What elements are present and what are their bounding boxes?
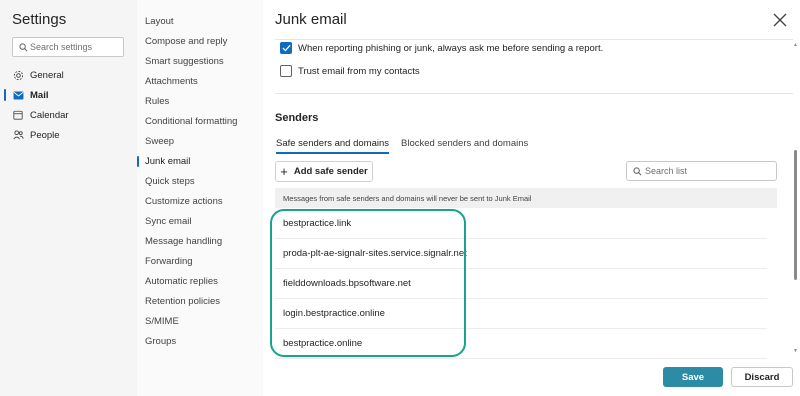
subnav-automatic-replies[interactable]: Automatic replies bbox=[145, 276, 218, 287]
scrollbar-thumb[interactable] bbox=[794, 150, 797, 280]
ask-before-report-checkbox[interactable] bbox=[280, 42, 292, 54]
subnav-groups[interactable]: Groups bbox=[145, 336, 176, 347]
settings-title: Settings bbox=[12, 11, 67, 28]
add-safe-sender-button[interactable]: + Add safe sender bbox=[275, 161, 373, 182]
search-icon bbox=[19, 43, 28, 52]
junk-email-panel: Junk email When reporting phishing or ju… bbox=[263, 0, 800, 396]
gear-icon bbox=[12, 69, 24, 81]
category-people[interactable]: People bbox=[12, 127, 132, 143]
mail-settings-subnav: Layout Compose and reply Smart suggestio… bbox=[136, 0, 263, 396]
subnav-rules[interactable]: Rules bbox=[145, 96, 169, 107]
page-title: Junk email bbox=[275, 11, 347, 28]
add-safe-sender-label: Add safe sender bbox=[293, 166, 368, 177]
search-settings-input[interactable] bbox=[30, 40, 120, 54]
option-label: When reporting phishing or junk, always … bbox=[298, 42, 604, 54]
subnav-junk-email[interactable]: Junk email bbox=[136, 156, 190, 167]
subnav-customize-actions[interactable]: Customize actions bbox=[145, 196, 223, 207]
settings-nav-pane: Settings General Mail Calendar People bbox=[0, 0, 137, 396]
mail-icon bbox=[12, 89, 24, 101]
tab-safe-senders[interactable]: Safe senders and domains bbox=[276, 138, 390, 154]
category-general[interactable]: General bbox=[12, 67, 132, 83]
scroll-up-arrow-icon[interactable]: ▲ bbox=[793, 42, 798, 48]
sender-row[interactable]: bestpractice.online bbox=[275, 329, 767, 359]
subnav-forwarding[interactable]: Forwarding bbox=[145, 256, 193, 267]
subnav-retention-policies[interactable]: Retention policies bbox=[145, 296, 220, 307]
option-trust-contacts: Trust email from my contacts bbox=[280, 65, 420, 77]
subnav-sweep[interactable]: Sweep bbox=[145, 136, 174, 147]
info-banner: Messages from safe senders and domains w… bbox=[275, 188, 777, 208]
trust-contacts-checkbox[interactable] bbox=[280, 65, 292, 77]
subnav-sync-email[interactable]: Sync email bbox=[145, 216, 191, 227]
tab-blocked-senders[interactable]: Blocked senders and domains bbox=[401, 138, 528, 152]
subnav-conditional-formatting[interactable]: Conditional formatting bbox=[145, 116, 237, 127]
category-label: People bbox=[30, 129, 60, 141]
search-icon bbox=[633, 167, 642, 176]
option-label: Trust email from my contacts bbox=[298, 65, 420, 77]
subnav-attachments[interactable]: Attachments bbox=[145, 76, 198, 87]
checkmark-icon bbox=[281, 44, 291, 52]
category-label: Calendar bbox=[30, 109, 69, 121]
senders-heading: Senders bbox=[275, 112, 319, 124]
discard-button[interactable]: Discard bbox=[731, 367, 793, 387]
subnav-smart-suggestions[interactable]: Smart suggestions bbox=[145, 56, 224, 67]
scroll-down-arrow-icon[interactable]: ▼ bbox=[793, 348, 798, 354]
category-mail[interactable]: Mail bbox=[4, 87, 132, 103]
close-icon bbox=[773, 13, 787, 27]
divider bbox=[275, 39, 793, 40]
subnav-layout[interactable]: Layout bbox=[145, 16, 174, 27]
search-list-box[interactable] bbox=[626, 161, 777, 181]
calendar-icon bbox=[12, 109, 24, 121]
people-icon bbox=[12, 129, 24, 141]
subnav-compose-and-reply[interactable]: Compose and reply bbox=[145, 36, 227, 47]
search-settings-box[interactable] bbox=[12, 37, 124, 57]
sender-row[interactable]: fielddownloads.bpsoftware.net bbox=[275, 269, 767, 299]
subnav-message-handling[interactable]: Message handling bbox=[145, 236, 222, 247]
sender-row[interactable]: proda-plt-ae-signalr-sites.service.signa… bbox=[275, 239, 767, 269]
subnav-quick-steps[interactable]: Quick steps bbox=[145, 176, 195, 187]
category-label: General bbox=[30, 69, 64, 81]
option-ask-before-report: When reporting phishing or junk, always … bbox=[280, 42, 603, 54]
divider bbox=[275, 93, 793, 94]
category-label: Mail bbox=[30, 89, 49, 101]
close-button[interactable] bbox=[771, 11, 789, 29]
save-button[interactable]: Save bbox=[663, 367, 723, 387]
sender-row[interactable]: login.bestpractice.online bbox=[275, 299, 767, 329]
search-list-input[interactable] bbox=[645, 164, 770, 178]
plus-icon: + bbox=[280, 163, 288, 179]
sender-row[interactable]: bestpractice.link bbox=[275, 209, 767, 239]
subnav-smime[interactable]: S/MIME bbox=[145, 316, 179, 327]
category-calendar[interactable]: Calendar bbox=[12, 107, 132, 123]
